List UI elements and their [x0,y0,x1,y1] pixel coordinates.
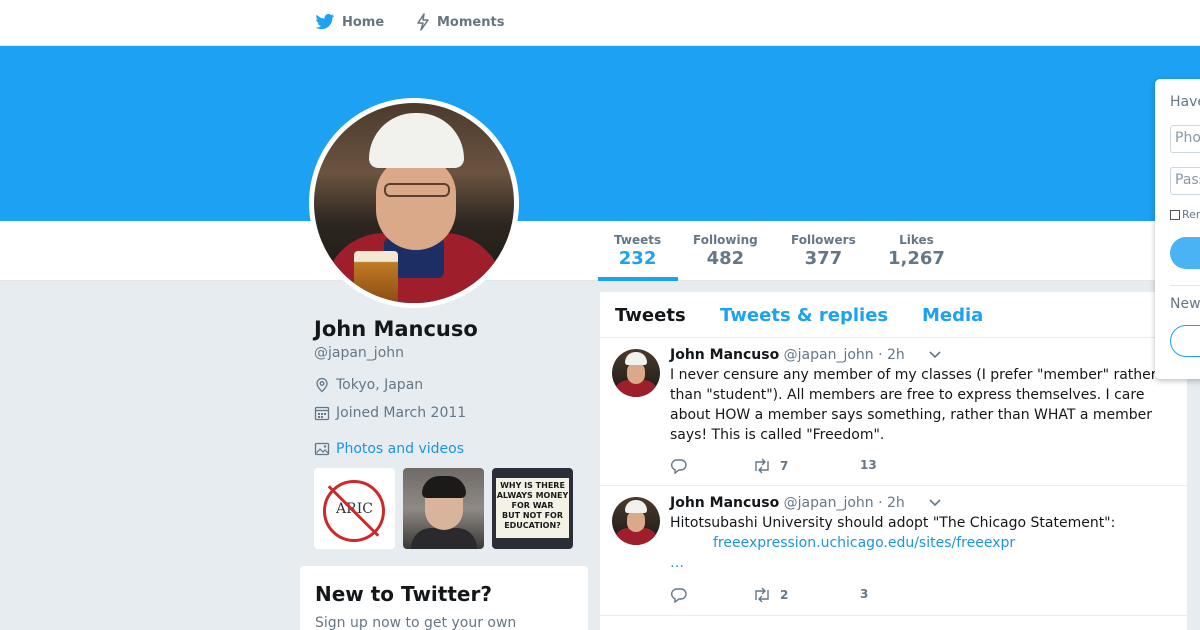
photos-and-videos-link[interactable]: Photos and videos [314,441,464,457]
reply-button[interactable] [670,587,688,603]
profile-handle[interactable]: @japan_john [314,345,404,361]
stat-value: 1,267 [888,248,945,269]
top-nav: Home Moments [0,0,1200,46]
like-button[interactable]: 3 [860,587,868,601]
stat-followers[interactable]: Followers 377 [791,233,856,269]
media-thumbnail[interactable]: ARIC [314,468,395,549]
location-pin-icon [316,377,328,393]
stat-value: 377 [804,248,843,269]
profile-joined: Joined March 2011 [314,405,466,421]
retweet-button[interactable]: 2 [752,587,788,603]
tweet-link[interactable]: freeexpression.uchicago.edu/sites/freeex… [713,535,1015,551]
profile-name[interactable]: John Mancuso [314,317,478,341]
media-thumbnails: ARIC WHY IS THERE ALWAYS MONEY FOR WAR B… [314,468,573,549]
password-input[interactable]: Password [1170,167,1200,195]
login-button[interactable] [1170,237,1200,269]
image-icon [314,442,330,456]
stat-label: Following [693,233,758,247]
thumbnail-sign-text: WHY IS THERE ALWAYS MONEY FOR WAR BUT NO… [496,481,569,530]
profile-avatar[interactable] [309,98,519,308]
tweet[interactable]: John Mancuso @japan_john · 2h I never ce… [600,338,1187,486]
signup-promo-text: Sign up now to get your own [315,615,517,630]
stat-label: Tweets [614,233,662,247]
avatar-photo [314,103,514,303]
signup-button[interactable] [1170,325,1200,357]
signup-promo-title: New to Twitter? [315,582,492,606]
like-count: 13 [860,458,877,472]
tweet-time[interactable]: · 2h [878,495,905,511]
phone-email-username-input[interactable]: Phone, email or username [1170,125,1200,153]
stat-tweets[interactable]: Tweets 232 [614,233,661,269]
login-new-question: New to Twitter? [1170,296,1200,312]
tweet-author-handle[interactable]: @japan_john [784,347,874,363]
stat-value: 232 [618,248,657,269]
media-thumbnail[interactable]: WHY IS THERE ALWAYS MONEY FOR WAR BUT NO… [492,468,573,549]
timeline-tabs: Tweets Tweets & replies Media [600,292,1187,338]
tweet-author-name[interactable]: John Mancuso [670,347,779,363]
stat-following[interactable]: Following 482 [693,233,758,269]
profile-location-text: Tokyo, Japan [336,377,424,393]
calendar-icon [314,406,330,421]
stat-label: Followers [791,233,856,247]
timeline: Tweets Tweets & replies Media John Mancu… [600,292,1187,630]
reply-icon [671,459,687,474]
tweet-avatar[interactable] [612,497,660,545]
lightning-icon [417,13,429,31]
tweet[interactable]: John Mancuso @japan_john · 2h Hitotsubas… [600,486,1187,616]
reply-icon [671,588,687,603]
nav-moments[interactable]: Moments [416,13,504,31]
stat-likes[interactable]: Likes 1,267 [888,233,945,269]
stat-label: Likes [899,233,934,247]
retweet-count: 2 [780,588,789,602]
like-count: 3 [860,587,869,601]
tweet-text: I never censure any member of my classes… [670,367,1157,443]
remember-me-checkbox[interactable] [1170,209,1180,220]
tweet-body: Hitotsubashi University should adopt "Th… [670,515,1116,531]
profile-location: Tokyo, Japan [314,377,423,393]
login-dropdown: Have an account? Phone, email or usernam… [1155,79,1200,379]
remember-me-label: Remember me [1182,208,1200,221]
retweet-icon [755,458,769,474]
signup-promo-box: New to Twitter? Sign up now to get your … [300,566,588,630]
tweet-author-handle[interactable]: @japan_john [784,495,874,511]
tab-tweets[interactable]: Tweets [615,305,686,326]
retweet-count: 7 [780,459,789,473]
nav-home[interactable]: Home [315,13,384,31]
chevron-down-icon[interactable] [928,498,942,508]
tweet-author-name[interactable]: John Mancuso [670,495,779,511]
media-thumbnail[interactable] [403,468,484,549]
tweet-link-more[interactable]: … [670,553,1170,573]
retweet-button[interactable]: 7 [752,458,788,474]
tweet-text: Hitotsubashi University should adopt "Th… [670,513,1170,573]
profile-joined-text: Joined March 2011 [336,405,467,421]
tab-media[interactable]: Media [922,305,983,326]
profile-stats-bar: Tweets 232 Following 482 Followers 377 L… [0,221,1200,281]
retweet-icon [755,587,769,603]
like-button[interactable]: 13 [860,458,877,472]
active-stat-indicator [598,277,678,281]
tweet-time[interactable]: · 2h [878,347,905,363]
chevron-down-icon[interactable] [928,350,942,360]
nav-moments-label: Moments [437,14,505,30]
stat-value: 482 [706,248,745,269]
tweet-avatar[interactable] [612,349,660,397]
profile-banner [0,46,1200,221]
remember-me[interactable]: Remember me [1170,208,1200,221]
nav-home-label: Home [342,14,385,30]
twitter-bird-icon [315,14,335,30]
photos-and-videos-label: Photos and videos [336,441,465,457]
login-divider [1170,285,1200,286]
reply-button[interactable] [670,458,688,474]
login-title: Have an account? [1170,94,1200,110]
tab-tweets-and-replies[interactable]: Tweets & replies [720,305,888,326]
